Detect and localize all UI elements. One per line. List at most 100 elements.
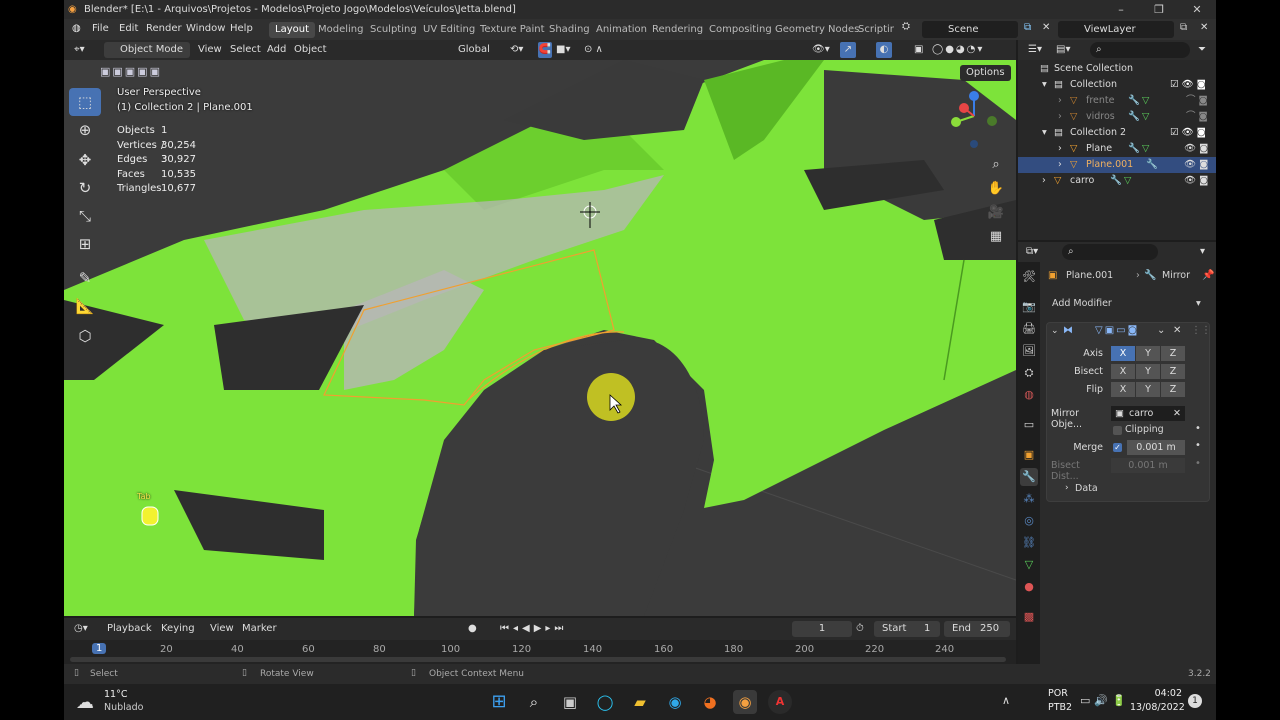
timeline-scrollbar[interactable] <box>70 657 1006 662</box>
viewport-menu-object[interactable]: Object <box>294 42 327 58</box>
weather-temp[interactable]: 11°C <box>104 689 127 700</box>
properties-search-icon[interactable]: ⌕ <box>1062 244 1158 260</box>
keyframe-dot-icon[interactable]: • <box>1195 440 1201 451</box>
data-tab-icon[interactable]: ▽ <box>1020 556 1038 574</box>
search-icon[interactable]: ⌕ <box>522 690 546 714</box>
viewport-menu-select[interactable]: Select <box>230 42 261 58</box>
collapse-chevron-icon[interactable]: ⌄ <box>1051 326 1059 336</box>
pin-icon[interactable]: 📌 <box>1202 270 1214 281</box>
current-frame-field[interactable]: 1 <box>792 621 852 637</box>
texture-tab-icon[interactable]: ▩ <box>1020 608 1038 626</box>
flip-z-toggle[interactable]: Z <box>1161 382 1185 397</box>
outliner-item[interactable]: › ▽ vidros 🔧 ▽ ⌒ ◙ <box>1018 109 1216 125</box>
axis-z-toggle[interactable]: Z <box>1161 346 1185 361</box>
select-mode-icons[interactable]: ▣▣▣▣▣ <box>100 65 176 79</box>
orientation-dropdown[interactable]: Global <box>444 42 506 58</box>
snap-target-icon[interactable]: ■▾ <box>556 42 570 58</box>
constraints-tab-icon[interactable]: ⛓ <box>1020 534 1038 552</box>
keyboard-layout[interactable]: PTB2 <box>1048 702 1072 713</box>
physics-tab-icon[interactable]: ◎ <box>1020 512 1038 530</box>
gizmo-toggle-icon[interactable]: ↗ <box>840 42 856 58</box>
material-tab-icon[interactable]: ● <box>1020 578 1038 596</box>
pivot-icon[interactable]: ⟲▾ <box>510 42 523 58</box>
scale-tool-icon[interactable]: ⤡ <box>69 202 101 230</box>
record-icon[interactable]: ● <box>468 621 477 637</box>
tab-sculpting[interactable]: Sculpting <box>364 22 423 38</box>
notification-icon[interactable]: 1 <box>1188 694 1202 708</box>
collection-tab-icon[interactable]: ▭ <box>1020 416 1038 434</box>
shading-mode-icons[interactable]: ◯●◕◔▾ <box>932 42 984 58</box>
tray-network-volume-icons[interactable]: ▭🔊🔋 <box>1080 694 1130 707</box>
measure-tool-icon[interactable]: 📐 <box>69 292 101 320</box>
edge-icon[interactable]: ◉ <box>663 690 687 714</box>
options-dropdown[interactable]: Options <box>960 65 1011 81</box>
maximize-button[interactable]: ❐ <box>1140 0 1178 19</box>
pan-hand-icon[interactable]: ✋ <box>985 178 1007 200</box>
merge-distance-field[interactable]: 0.001 m <box>1127 440 1185 455</box>
menu-render[interactable]: Render <box>146 23 182 34</box>
clock-time[interactable]: 04:02 <box>1142 688 1182 699</box>
world-tab-icon[interactable]: ◍ <box>1020 386 1038 404</box>
move-tool-icon[interactable]: ✥ <box>69 146 101 174</box>
delete-scene-icon[interactable]: ✕ <box>1042 22 1050 33</box>
outliner-item[interactable]: › ▽ carro 🔧 ▽ 👁 ◙ <box>1018 173 1216 189</box>
weather-desc[interactable]: Nublado <box>104 702 143 713</box>
clipping-checkbox[interactable] <box>1113 426 1122 435</box>
mirror-object-field[interactable]: ▣ carro ✕ <box>1111 406 1185 421</box>
outliner-editor-icon[interactable]: ☰▾ <box>1028 42 1042 58</box>
menu-edit[interactable]: Edit <box>119 23 138 34</box>
add-cube-tool-icon[interactable]: ⬡ <box>69 322 101 350</box>
overlay-toggle-icon[interactable]: ◐ <box>876 42 892 58</box>
outliner-item[interactable]: › ▽ frente 🔧 ▽ ⌒ ◙ <box>1018 93 1216 109</box>
keyframe-dot-icon[interactable]: • <box>1195 423 1201 434</box>
bisect-x-toggle[interactable]: X <box>1111 364 1135 379</box>
tool-tab-icon[interactable]: 🛠 <box>1020 268 1038 286</box>
cursor-tool-icon[interactable]: ⊕ <box>69 116 101 144</box>
add-modifier-dropdown[interactable]: Add Modifier ▾ <box>1046 296 1208 312</box>
app-a-icon[interactable]: A <box>768 690 792 714</box>
tray-chevron-icon[interactable]: ∧ <box>1002 694 1010 707</box>
new-viewlayer-icon[interactable]: ⧉ <box>1180 22 1187 33</box>
start-frame-value[interactable]: 1 <box>924 621 930 637</box>
tab-uv-editing[interactable]: UV Editing <box>417 22 481 38</box>
outliner-search-icon[interactable]: ⌕ <box>1090 42 1190 58</box>
playback-controls-icons[interactable]: ⏮◂◀▶▸⏭ <box>500 621 567 637</box>
outliner-item[interactable]: ▾ ▤ Collection 2 ☑ 👁 ◙ <box>1018 125 1216 141</box>
flip-y-toggle[interactable]: Y <box>1136 382 1160 397</box>
tab-animation[interactable]: Animation <box>590 22 653 38</box>
particles-tab-icon[interactable]: ⁂ <box>1020 490 1038 508</box>
tab-compositing[interactable]: Compositing <box>703 22 778 38</box>
keyboard-lang[interactable]: POR <box>1048 688 1068 699</box>
bisect-distance-field[interactable]: 0.001 m <box>1111 458 1185 473</box>
task-view-icon[interactable]: ▣ <box>558 690 582 714</box>
merge-checkbox[interactable]: ✓ <box>1113 443 1122 452</box>
select-box-tool-icon[interactable]: ⬚ <box>69 88 101 116</box>
minimize-button[interactable]: – <box>1102 0 1140 19</box>
modifier-display-toggles[interactable]: ▽▣▭◙ <box>1095 325 1139 336</box>
properties-editor-icon[interactable]: ⧉▾ <box>1026 244 1038 260</box>
snap-icon[interactable]: 🧲 <box>538 42 552 58</box>
view-layer-tab-icon[interactable]: 🖼 <box>1020 342 1038 360</box>
delete-viewlayer-icon[interactable]: ✕ <box>1200 22 1208 33</box>
menu-keying[interactable]: Keying <box>161 621 195 637</box>
stopwatch-icon[interactable]: ⏱ <box>856 621 864 637</box>
scene-tab-icon[interactable]: ⛭ <box>1020 364 1038 382</box>
flip-x-toggle[interactable]: X <box>1111 382 1135 397</box>
render-tab-icon[interactable]: 📷 <box>1020 298 1038 316</box>
mode-dropdown[interactable]: Object Mode <box>104 42 190 58</box>
drag-handle-icon[interactable]: ⋮⋮ <box>1191 325 1211 336</box>
menu-playback[interactable]: Playback <box>107 621 152 637</box>
viewport-menu-view[interactable]: View <box>198 42 222 58</box>
scene-selector[interactable]: Scene <box>922 21 1018 38</box>
tab-geometry-nodes[interactable]: Geometry Nodes <box>769 22 865 38</box>
object-tab-icon[interactable]: ▣ <box>1020 446 1038 464</box>
axis-y-toggle[interactable]: Y <box>1136 346 1160 361</box>
timeline-ruler[interactable]: 1 20 40 60 80 100 120 140 160 180 200 22… <box>64 640 1016 664</box>
outliner-item-selected[interactable]: › ▽ Plane.001 🔧 👁 ◙ <box>1018 157 1216 173</box>
menu-help[interactable]: Help <box>230 23 253 34</box>
modifier-menu-icon[interactable]: ⌄ <box>1157 325 1165 336</box>
editor-type-icon[interactable]: ⌖▾ <box>74 42 85 58</box>
viewport-menu-add[interactable]: Add <box>267 42 286 58</box>
menu-window[interactable]: Window <box>186 23 225 34</box>
viewlayer-selector[interactable]: ViewLayer <box>1058 21 1174 38</box>
